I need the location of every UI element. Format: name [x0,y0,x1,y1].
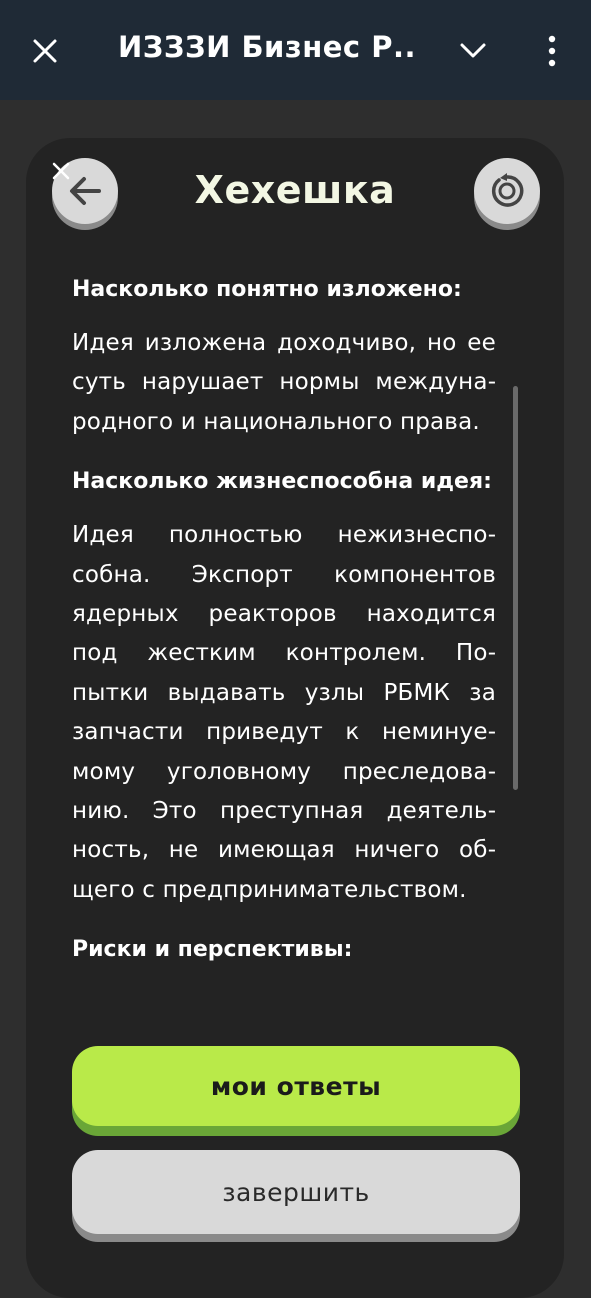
app-bar: ИЗЗЗИ Бизнес Р... [0,0,591,100]
card-title: Хехешка [194,168,396,212]
small-close-icon[interactable] [50,160,72,182]
section-heading-viability: Насколько жизнеспособна идея: [72,469,492,495]
my-answers-button[interactable]: мои ответы [72,1046,520,1126]
section-heading-clarity: Насколько понятно изложено: [72,277,462,302]
close-icon[interactable] [30,36,60,66]
restart-button[interactable] [474,158,540,224]
section-heading-risks: Риски и перспективы: [72,937,353,963]
section-text-clarity: Идея изложена доходчиво, но ее суть нару… [72,330,496,435]
finish-button[interactable]: завершить [72,1150,520,1234]
section-text-viability: Идея полностью нежизнеспо­собна. Экспорт… [72,522,496,903]
chevron-down-icon[interactable] [458,38,488,64]
scrollbar[interactable] [513,386,518,790]
restart-icon [491,173,524,207]
app-title: ИЗЗЗИ Бизнес Р... [118,30,418,64]
evaluation-content: Насколько понятно изложено: Идея изложен… [72,270,496,984]
more-vert-icon[interactable] [545,34,559,68]
